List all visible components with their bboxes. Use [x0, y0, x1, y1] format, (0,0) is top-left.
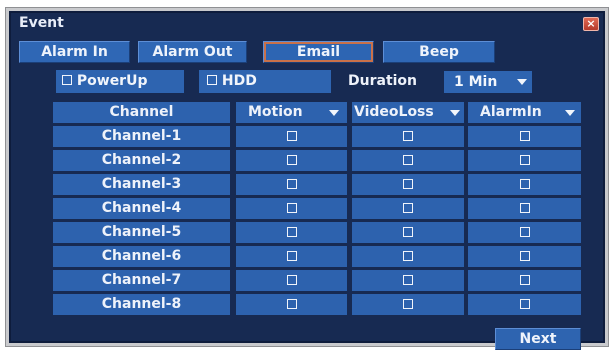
column-header-videoloss: VideoLoss: [354, 104, 434, 120]
powerup-label: PowerUp: [76, 73, 148, 89]
motion-checkbox[interactable]: [286, 155, 297, 165]
videoloss-cell[interactable]: [352, 198, 464, 219]
videoloss-checkbox[interactable]: [403, 203, 413, 213]
hdd-checkbox[interactable]: HDD: [199, 70, 331, 93]
alarmin-checkbox[interactable]: [519, 131, 530, 141]
event-dialog: Event × Alarm In Alarm Out Email Beep Po…: [9, 11, 605, 350]
column-header-channel: Channel: [53, 102, 230, 123]
powerup-checkbox-box[interactable]: [62, 75, 72, 85]
powerup-checkbox[interactable]: PowerUp: [56, 70, 184, 93]
motion-cell[interactable]: [236, 126, 347, 147]
channel-label: Channel-7: [53, 270, 230, 291]
motion-cell[interactable]: [236, 150, 347, 171]
window-title: Event: [19, 15, 64, 31]
alarmin-cell[interactable]: [468, 222, 581, 243]
duration-select[interactable]: 1 Min: [444, 71, 532, 93]
motion-checkbox[interactable]: [286, 299, 297, 309]
chevron-down-icon: [450, 110, 460, 116]
motion-checkbox[interactable]: [286, 203, 297, 213]
videoloss-checkbox[interactable]: [403, 275, 413, 285]
motion-cell[interactable]: [236, 270, 347, 291]
motion-dropdown[interactable]: Motion: [236, 102, 347, 123]
hdd-label: HDD: [221, 73, 257, 89]
videoloss-cell[interactable]: [352, 126, 464, 147]
tab-beep[interactable]: Beep: [383, 41, 495, 63]
motion-checkbox[interactable]: [286, 179, 297, 189]
column-header-alarmin: AlarmIn: [480, 104, 542, 120]
motion-cell[interactable]: [236, 198, 347, 219]
alarmin-cell[interactable]: [468, 150, 581, 171]
close-icon[interactable]: ×: [583, 17, 599, 31]
motion-cell[interactable]: [236, 222, 347, 243]
videoloss-cell[interactable]: [352, 222, 464, 243]
screen-frame: Event × Alarm In Alarm Out Email Beep Po…: [5, 7, 609, 350]
tab-email[interactable]: Email: [263, 41, 374, 63]
tab-alarm-out[interactable]: Alarm Out: [138, 41, 247, 63]
videoloss-dropdown[interactable]: VideoLoss: [352, 102, 464, 123]
alarmin-cell[interactable]: [468, 174, 581, 195]
alarmin-checkbox[interactable]: [519, 227, 530, 237]
motion-checkbox[interactable]: [286, 131, 297, 141]
channel-label: Channel-5: [53, 222, 230, 243]
column-header-motion: Motion: [248, 104, 303, 120]
chevron-down-icon: [565, 110, 575, 116]
motion-cell[interactable]: [236, 174, 347, 195]
channel-label: Channel-2: [53, 150, 230, 171]
chevron-down-icon: [329, 110, 339, 116]
alarmin-checkbox[interactable]: [519, 275, 530, 285]
alarmin-checkbox[interactable]: [519, 251, 530, 261]
motion-checkbox[interactable]: [286, 251, 297, 261]
videoloss-cell[interactable]: [352, 270, 464, 291]
alarmin-checkbox[interactable]: [519, 155, 530, 165]
motion-checkbox[interactable]: [286, 227, 297, 237]
videoloss-checkbox[interactable]: [403, 251, 413, 261]
alarmin-cell[interactable]: [468, 294, 581, 315]
alarmin-cell[interactable]: [468, 270, 581, 291]
alarmin-checkbox[interactable]: [519, 299, 530, 309]
videoloss-checkbox[interactable]: [403, 131, 413, 141]
alarmin-checkbox[interactable]: [519, 203, 530, 213]
channel-label: Channel-8: [53, 294, 230, 315]
videoloss-cell[interactable]: [352, 174, 464, 195]
motion-checkbox[interactable]: [286, 275, 297, 285]
channel-label: Channel-3: [53, 174, 230, 195]
chevron-down-icon: [517, 79, 527, 85]
hdd-checkbox-box[interactable]: [207, 75, 217, 85]
motion-cell[interactable]: [236, 246, 347, 267]
videoloss-checkbox[interactable]: [403, 179, 413, 189]
videoloss-cell[interactable]: [352, 246, 464, 267]
title-bar: Event ×: [11, 13, 603, 33]
videoloss-checkbox[interactable]: [403, 155, 413, 165]
channel-label: Channel-4: [53, 198, 230, 219]
videoloss-checkbox[interactable]: [403, 227, 413, 237]
videoloss-checkbox[interactable]: [403, 299, 413, 309]
videoloss-cell[interactable]: [352, 294, 464, 315]
alarmin-dropdown[interactable]: AlarmIn: [468, 102, 581, 123]
videoloss-cell[interactable]: [352, 150, 464, 171]
alarmin-checkbox[interactable]: [519, 179, 530, 189]
next-button[interactable]: Next: [495, 328, 581, 350]
alarmin-cell[interactable]: [468, 198, 581, 219]
motion-cell[interactable]: [236, 294, 347, 315]
duration-value: 1 Min: [454, 74, 498, 90]
channel-label: Channel-6: [53, 246, 230, 267]
alarmin-cell[interactable]: [468, 126, 581, 147]
channel-label: Channel-1: [53, 126, 230, 147]
tab-alarm-in[interactable]: Alarm In: [19, 41, 130, 63]
alarmin-cell[interactable]: [468, 246, 581, 267]
duration-label: Duration: [348, 73, 418, 89]
